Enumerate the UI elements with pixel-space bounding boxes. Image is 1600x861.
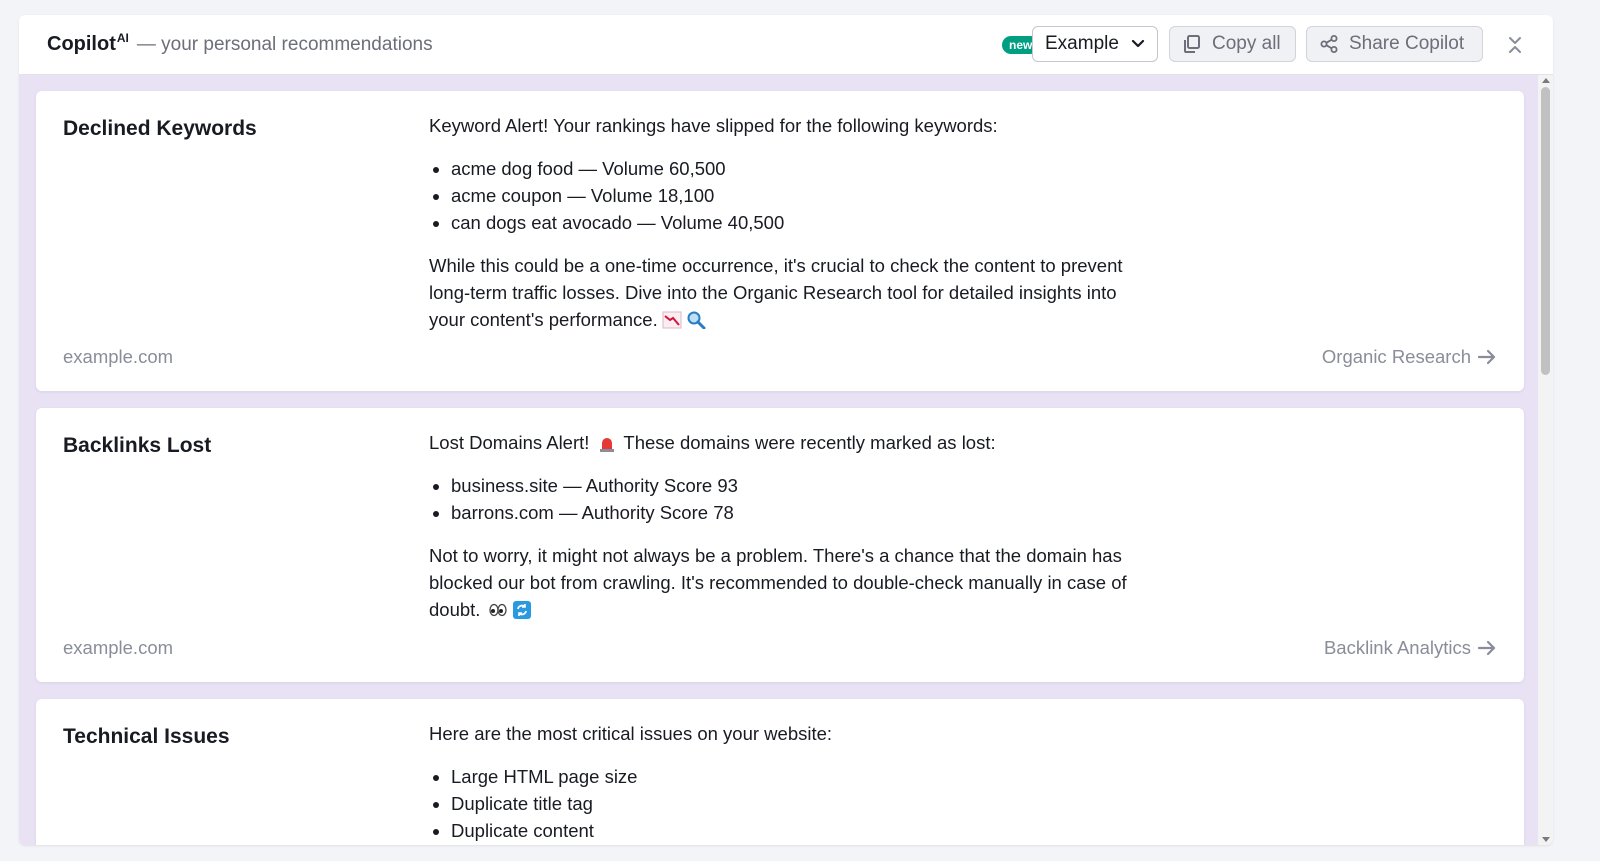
recommendation-card-declined-keywords: Declined Keywords Keyword Alert! Your ra…: [36, 91, 1524, 391]
example-select-value: Example: [1045, 33, 1119, 54]
issue-list: Large HTML page size Duplicate title tag…: [429, 763, 1139, 844]
recommendations-list: Declined Keywords Keyword Alert! Your ra…: [19, 75, 1553, 845]
magnifier-icon: [687, 311, 706, 329]
siren-icon: [600, 438, 615, 452]
card-title: Technical Issues: [63, 725, 230, 748]
card-intro-tail: These domains were recently marked as lo…: [623, 432, 996, 453]
list-item: Large HTML page size: [451, 763, 1139, 790]
collapse-icon[interactable]: [1503, 33, 1527, 57]
card-body: Keyword Alert! Your rankings have slippe…: [429, 112, 1139, 333]
copy-all-label: Copy all: [1212, 33, 1281, 54]
list-item: barrons.com — Authority Score 78: [451, 499, 1139, 526]
brand-subtitle: — your personal recommendations: [136, 34, 433, 55]
lost-domain-list: business.site — Authority Score 93 barro…: [429, 472, 1139, 526]
arrow-right-icon: [1477, 640, 1496, 656]
list-item: Duplicate title tag: [451, 790, 1139, 817]
keyword-list: acme dog food — Volume 60,500 acme coupo…: [429, 155, 1139, 236]
scroll-up-arrow-icon[interactable]: [1542, 78, 1550, 83]
refresh-icon: [513, 601, 532, 619]
card-title: Declined Keywords: [63, 117, 257, 140]
share-copilot-label: Share Copilot: [1349, 33, 1465, 54]
card-outro-wrapper: While this could be a one-time occurrenc…: [429, 252, 1139, 333]
card-outro: Not to worry, it might not always be a p…: [429, 545, 1127, 620]
card-outro-wrapper: Not to worry, it might not always be a p…: [429, 542, 1139, 623]
brand-name: Copilot: [47, 33, 116, 55]
scrollbar-thumb[interactable]: [1541, 87, 1550, 375]
list-item: acme dog food — Volume 60,500: [451, 155, 1139, 182]
scroll-down-arrow-icon[interactable]: [1542, 837, 1550, 842]
brand-ai-superscript: AI: [116, 31, 129, 45]
copilot-panel: Copilot AI — your personal recommendatio…: [19, 15, 1553, 845]
list-item: business.site — Authority Score 93: [451, 472, 1139, 499]
card-intro: Here are the most critical issues on you…: [429, 723, 833, 744]
card-intro: Lost Domains Alert!: [429, 432, 590, 453]
link-label: Backlink Analytics: [1323, 637, 1471, 658]
card-body: Lost Domains Alert! These domains were re…: [429, 429, 1139, 623]
vertical-scrollbar[interactable]: [1538, 75, 1553, 845]
share-copilot-button[interactable]: Share Copilot: [1306, 26, 1483, 62]
organic-research-link[interactable]: Organic Research: [1322, 346, 1497, 368]
card-title: Backlinks Lost: [63, 434, 212, 457]
card-domain: example.com: [63, 637, 174, 658]
list-item: acme coupon — Volume 18,100: [451, 182, 1139, 209]
link-label: Organic Research: [1321, 346, 1471, 367]
brand: Copilot AI — your personal recommendatio…: [47, 31, 433, 56]
arrow-right-icon: [1477, 349, 1496, 365]
eyes-icon: [489, 603, 508, 617]
recommendation-card-technical-issues: Technical Issues Here are the most criti…: [36, 699, 1524, 845]
share-icon: [1320, 35, 1338, 53]
card-intro: Keyword Alert! Your rankings have slippe…: [429, 115, 998, 136]
backlink-analytics-link[interactable]: Backlink Analytics: [1324, 637, 1497, 659]
card-domain: example.com: [63, 346, 174, 367]
chevron-down-icon: [1131, 39, 1145, 48]
copy-icon: [1184, 35, 1200, 53]
copy-all-button[interactable]: Copy all: [1169, 26, 1296, 62]
card-body: Here are the most critical issues on you…: [429, 720, 1139, 845]
header: Copilot AI — your personal recommendatio…: [19, 15, 1553, 75]
example-select[interactable]: Example: [1032, 26, 1158, 62]
list-item: Duplicate content: [451, 817, 1139, 844]
chart-decreasing-icon: [662, 311, 682, 329]
recommendation-card-backlinks-lost: Backlinks Lost Lost Domains Alert! These …: [36, 408, 1524, 682]
list-item: can dogs eat avocado — Volume 40,500: [451, 209, 1139, 236]
card-outro: While this could be a one-time occurrenc…: [429, 255, 1123, 330]
card-intro-wrapper: Lost Domains Alert! These domains were re…: [429, 429, 1139, 456]
